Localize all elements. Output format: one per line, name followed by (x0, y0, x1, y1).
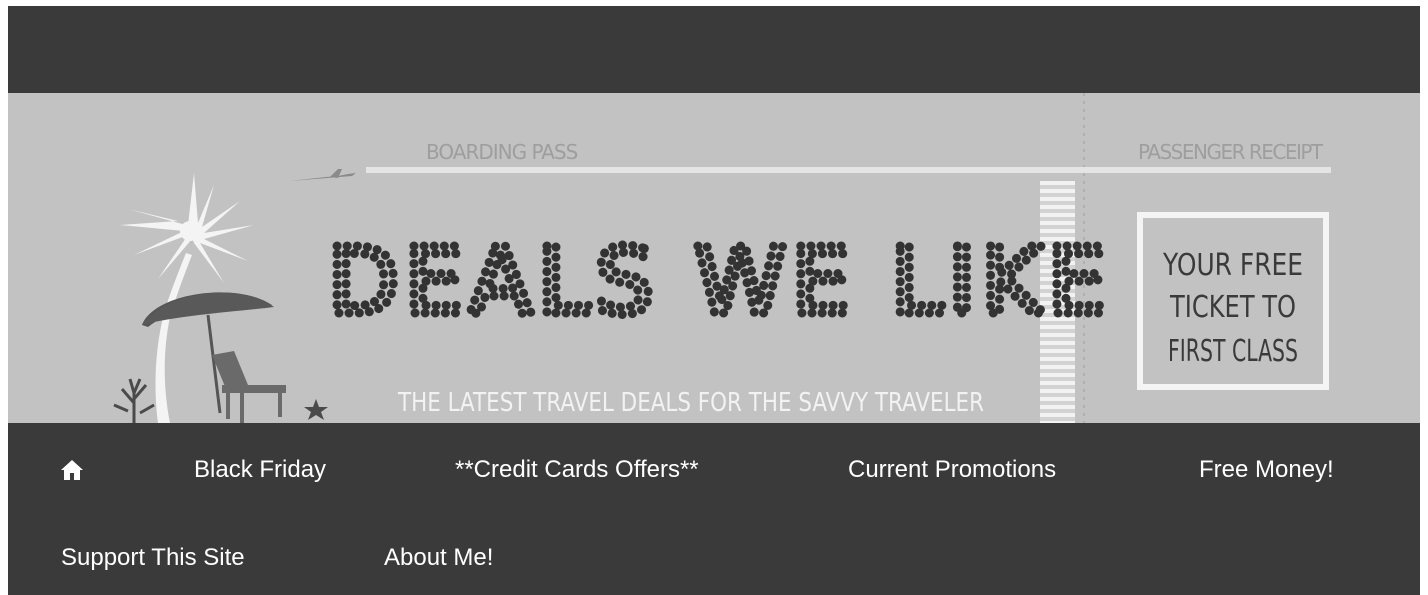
nav-home[interactable] (60, 459, 84, 486)
coral-icon (113, 378, 155, 423)
boarding-pass-label: BOARDING PASS (426, 140, 578, 164)
site-tagline: THE LATEST TRAVEL DEALS FOR THE SAVVY TR… (397, 388, 984, 418)
passenger-receipt-label: PASSENGER RECEIPT (1138, 140, 1324, 164)
free-ticket-box: YOUR FREE TICKET TO FIRST CLASS (1137, 212, 1329, 390)
ticket-line-2: TICKET TO (1169, 290, 1296, 325)
nav-current-promotions[interactable]: Current Promotions (848, 455, 1056, 485)
home-icon (61, 460, 83, 480)
nav-credit-cards-offers[interactable]: **Credit Cards Offers** (455, 455, 699, 485)
ticket-line-1: YOUR FREE (1162, 248, 1303, 283)
banner: BOARDING PASS PASSENGER RECEIPT DEALS WE… (8, 93, 1420, 423)
ticket-rule (366, 167, 1331, 173)
site-title: DEALS WE LIKE (328, 228, 1112, 335)
main-nav: Black Friday **Credit Cards Offers** Cur… (8, 423, 1420, 595)
nav-black-friday[interactable]: Black Friday (194, 455, 326, 485)
site-header: BOARDING PASS PASSENGER RECEIPT DEALS WE… (8, 6, 1420, 595)
nav-free-money[interactable]: Free Money! (1199, 455, 1334, 485)
nav-about-me[interactable]: About Me! (384, 543, 493, 573)
nav-support-this-site[interactable]: Support This Site (61, 543, 245, 573)
ticket-line-3: FIRST CLASS (1168, 334, 1298, 369)
airplane-icon (290, 169, 356, 181)
beach-chair-icon (212, 351, 286, 423)
starfish-icon (304, 399, 328, 420)
top-bar (8, 6, 1420, 93)
